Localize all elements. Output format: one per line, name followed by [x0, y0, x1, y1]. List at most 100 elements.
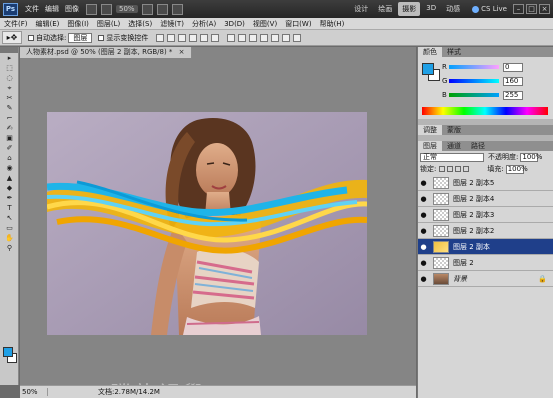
tab-masks[interactable]: 蒙版: [442, 125, 466, 135]
close-button[interactable]: ×: [539, 4, 550, 14]
menu-layer[interactable]: 图层(L): [93, 19, 124, 29]
menu-view[interactable]: 视图(V): [249, 19, 281, 29]
blue-slider[interactable]: [449, 93, 499, 97]
minimize-button[interactable]: –: [513, 4, 524, 14]
background-layer-row[interactable]: ● 背景 🔒: [418, 271, 553, 287]
hand-tool-icon[interactable]: [141, 3, 153, 15]
healing-brush-tool-icon[interactable]: ⌐: [3, 113, 16, 123]
align-center-icon[interactable]: [200, 33, 209, 42]
view-extras-icon[interactable]: [101, 3, 112, 15]
menu-edit[interactable]: 编辑(E): [32, 19, 64, 29]
visibility-eye-icon[interactable]: ●: [418, 243, 429, 251]
layer-row[interactable]: ● 图层 2 副本2: [418, 223, 553, 239]
move-tool-preset[interactable]: ▸✥: [2, 31, 22, 44]
opacity-field[interactable]: 100%: [520, 152, 542, 162]
maximize-button[interactable]: □: [526, 4, 537, 14]
brush-tool-icon[interactable]: ✍: [3, 123, 16, 133]
document-canvas[interactable]: [47, 112, 367, 335]
path-selection-tool-icon[interactable]: ↖: [3, 213, 16, 223]
distribute-middle-icon[interactable]: [238, 33, 247, 42]
workspace-painting[interactable]: 绘画: [374, 2, 396, 16]
layer-row-selected[interactable]: ● 图层 2 副本: [418, 239, 553, 255]
hand-tool-icon[interactable]: ✋: [3, 233, 16, 243]
red-value-field[interactable]: 0: [503, 62, 523, 72]
green-value-field[interactable]: 160: [503, 76, 523, 86]
lock-all-icon[interactable]: [463, 166, 470, 172]
close-document-icon[interactable]: ×: [179, 48, 185, 56]
auto-select-dropdown[interactable]: 图层: [68, 32, 93, 43]
quick-select-tool-icon[interactable]: ⌖: [3, 83, 16, 93]
cs-live-button[interactable]: CS Live: [472, 5, 507, 13]
tab-layers[interactable]: 图层: [418, 141, 442, 151]
lock-position-icon[interactable]: [455, 166, 462, 172]
status-zoom[interactable]: 50%: [20, 388, 48, 396]
red-slider[interactable]: [449, 65, 499, 69]
menu-image[interactable]: 图像(I): [63, 19, 93, 29]
launch-bridge-icon[interactable]: [86, 3, 97, 15]
app-menu-edit[interactable]: 编辑: [42, 4, 62, 14]
visibility-eye-icon[interactable]: ●: [418, 275, 429, 283]
visibility-eye-icon[interactable]: ●: [418, 195, 429, 203]
gradient-tool-icon[interactable]: ◉: [3, 163, 16, 173]
align-left-icon[interactable]: [189, 33, 198, 42]
history-brush-tool-icon[interactable]: ✐: [3, 143, 16, 153]
menu-filter[interactable]: 滤镜(T): [156, 19, 188, 29]
visibility-eye-icon[interactable]: ●: [418, 179, 429, 187]
menu-help[interactable]: 帮助(H): [316, 19, 349, 29]
move-tool-icon[interactable]: ▸: [3, 53, 16, 63]
layer-row[interactable]: ● 图层 2 副本4: [418, 191, 553, 207]
status-doc-size[interactable]: 文档:2.78M/14.2M: [98, 387, 160, 397]
distribute-center-icon[interactable]: [271, 33, 280, 42]
tab-paths[interactable]: 路径: [466, 141, 490, 151]
arrange-documents-icon[interactable]: [156, 3, 168, 15]
workspace-photography[interactable]: 摄影: [398, 2, 421, 16]
workspace-motion[interactable]: 动感: [442, 2, 464, 16]
auto-align-icon[interactable]: [293, 33, 302, 42]
distribute-right-icon[interactable]: [282, 33, 291, 42]
menu-3d[interactable]: 3D(D): [220, 20, 249, 28]
foreground-color-swatch[interactable]: [3, 347, 13, 357]
tab-styles[interactable]: 样式: [442, 47, 466, 57]
blend-mode-dropdown[interactable]: 正常: [420, 152, 484, 162]
layer-row[interactable]: ● 图层 2 副本5: [418, 175, 553, 191]
blur-tool-icon[interactable]: ▲: [3, 173, 16, 183]
tab-adjustments[interactable]: 调整: [418, 125, 442, 135]
app-menu-image[interactable]: 图像: [62, 4, 82, 14]
shape-tool-icon[interactable]: ▭: [3, 223, 16, 233]
lock-image-icon[interactable]: [447, 166, 454, 172]
menu-analysis[interactable]: 分析(A): [188, 19, 220, 29]
align-top-icon[interactable]: [156, 33, 165, 42]
app-menu-file[interactable]: 文件: [22, 4, 42, 14]
menu-file[interactable]: 文件(F): [0, 19, 32, 29]
workspace-design[interactable]: 设计: [350, 2, 372, 16]
tab-channels[interactable]: 通道: [442, 141, 466, 151]
visibility-eye-icon[interactable]: ●: [418, 211, 429, 219]
zoom-level-dropdown[interactable]: 50%: [116, 5, 138, 13]
lock-transparent-icon[interactable]: [439, 166, 446, 172]
visibility-eye-icon[interactable]: ●: [418, 227, 429, 235]
layer-row[interactable]: ● 图层 2: [418, 255, 553, 271]
align-right-icon[interactable]: [211, 33, 220, 42]
blue-value-field[interactable]: 255: [503, 90, 523, 100]
auto-select-option[interactable]: 自动选择:: [28, 33, 66, 43]
green-slider[interactable]: [449, 79, 499, 83]
align-bottom-icon[interactable]: [178, 33, 187, 42]
auto-select-checkbox[interactable]: [28, 34, 34, 41]
workspace-3d[interactable]: 3D: [422, 2, 440, 16]
crop-tool-icon[interactable]: ✂: [3, 93, 16, 103]
transform-controls-option[interactable]: 显示变换控件: [98, 33, 148, 43]
eyedropper-tool-icon[interactable]: ✎: [3, 103, 16, 113]
tab-color[interactable]: 颜色: [418, 47, 442, 57]
transform-controls-checkbox[interactable]: [98, 34, 105, 41]
layer-row[interactable]: ● 图层 2 副本3: [418, 207, 553, 223]
visibility-eye-icon[interactable]: ●: [418, 259, 429, 267]
lasso-tool-icon[interactable]: ◌: [3, 73, 16, 83]
marquee-tool-icon[interactable]: ⬚: [3, 63, 16, 73]
clone-stamp-tool-icon[interactable]: ▣: [3, 133, 16, 143]
type-tool-icon[interactable]: T: [3, 203, 16, 213]
menu-select[interactable]: 选择(S): [124, 19, 156, 29]
distribute-left-icon[interactable]: [260, 33, 269, 42]
distribute-top-icon[interactable]: [227, 33, 236, 42]
align-middle-icon[interactable]: [167, 33, 176, 42]
dodge-tool-icon[interactable]: ◆: [3, 183, 16, 193]
